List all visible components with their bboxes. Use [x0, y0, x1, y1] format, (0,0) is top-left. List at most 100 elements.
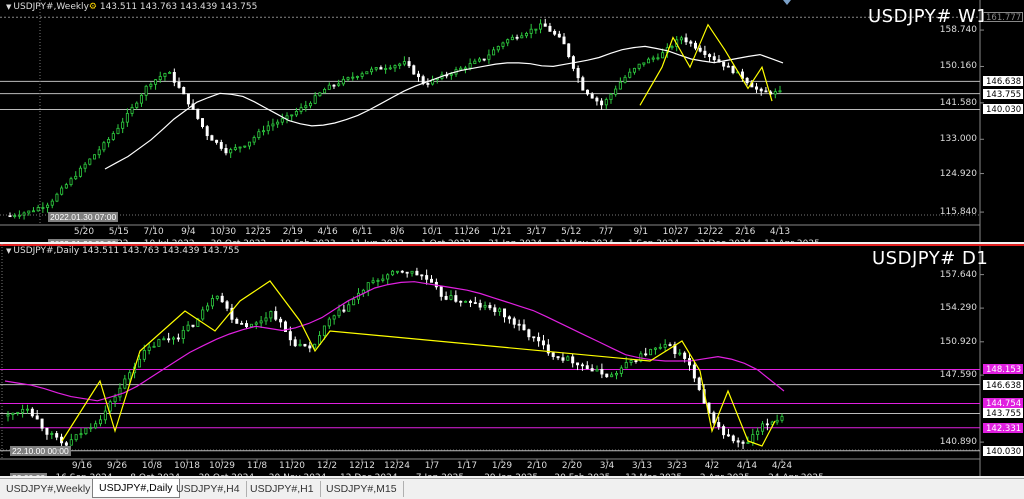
candle-body: [98, 419, 102, 425]
daily-chart-canvas[interactable]: [0, 244, 1024, 476]
candle-body: [102, 142, 106, 151]
chart-tab-bar: USDJPY#,Weekly USDJPY#,Daily USDJPY#,H4 USD…: [0, 478, 1024, 499]
candle-body: [731, 435, 735, 442]
candle-body: [157, 339, 161, 347]
candle-body: [507, 316, 511, 320]
candle-body: [293, 339, 297, 347]
chart-shift-marker[interactable]: [783, 0, 791, 5]
candle-body: [40, 418, 44, 429]
candle-body: [463, 67, 467, 70]
candle-body: [121, 121, 125, 129]
time-label: 12/2: [316, 461, 338, 471]
candle-body: [506, 39, 510, 44]
candle-body: [11, 412, 15, 416]
candle-body: [94, 423, 98, 429]
time-label: 1/29: [491, 461, 513, 471]
time-label: 9/26: [106, 461, 128, 471]
candle-body: [487, 54, 491, 60]
candle-body: [168, 72, 172, 74]
weekly-chart-panel[interactable]: ▼ USDJPY#,Weekly⚙ 143.511 143.763 143.439…: [0, 0, 1024, 242]
candle-body: [503, 308, 507, 318]
tab-usdjpyh4[interactable]: USDJPY#,H4: [170, 481, 247, 497]
candle-body: [703, 50, 707, 55]
weekly-chart-canvas[interactable]: [0, 0, 1024, 242]
candle-body: [658, 346, 662, 349]
candle-body: [693, 42, 697, 49]
candle-body: [464, 300, 468, 303]
tab-usdjpyh1[interactable]: USDJPY#,H1: [244, 481, 321, 497]
candle-body: [576, 362, 580, 366]
dropdown-arrow-icon[interactable]: ▼: [6, 247, 11, 255]
candle-body: [388, 67, 392, 70]
candle-body: [539, 23, 543, 30]
candle-body: [366, 282, 370, 291]
price-label: 154.290: [939, 303, 977, 314]
candle-body: [16, 411, 20, 414]
candle-body: [332, 84, 336, 87]
candle-body: [524, 33, 528, 37]
daily-chart-title: USDJPY# D1: [872, 248, 989, 269]
candle-body: [262, 130, 266, 133]
candle-body: [147, 346, 151, 351]
candle-body: [332, 315, 336, 320]
candle-body: [342, 309, 346, 312]
candle-body: [55, 193, 59, 202]
candle-body: [386, 274, 390, 280]
candle-body: [308, 345, 312, 349]
time-label: 24 Apr 2025: [768, 473, 824, 476]
tab-usdjpym15[interactable]: USDJPY#,M15: [320, 481, 404, 497]
candle-body: [600, 369, 604, 375]
price-label: 150.160: [939, 61, 977, 72]
dropdown-arrow-icon[interactable]: ▼: [6, 3, 11, 11]
price-label-box: 143.755: [983, 408, 1023, 419]
candle-body: [628, 71, 632, 78]
candle-body: [492, 49, 496, 56]
candle-body: [280, 118, 284, 123]
candle-body: [722, 426, 726, 436]
candle-body: [775, 419, 779, 423]
candle-body: [629, 360, 633, 363]
tab-usdjpyweekly[interactable]: USDJPY#,Weekly: [0, 481, 98, 497]
candle-body: [454, 295, 458, 302]
candle-body: [303, 343, 307, 347]
time-label: 2 Apr 2025: [700, 473, 750, 476]
candle-body: [561, 357, 565, 361]
price-label: 115.840: [939, 207, 977, 218]
daily-chart-panel[interactable]: ▼ USDJPY#,Daily 143.511 143.763 143.439 1…: [0, 244, 1024, 476]
tab-usdjpydaily[interactable]: USDJPY#,Daily: [92, 479, 180, 498]
candle-body: [698, 47, 702, 52]
candle-body: [365, 71, 369, 75]
candle-body: [407, 61, 411, 67]
candle-body: [780, 416, 784, 421]
candle-body: [259, 320, 263, 324]
daily-info-bar: ▼ USDJPY#,Daily 143.511 143.763 143.439 1…: [6, 246, 240, 256]
time-label: 9/1: [633, 227, 649, 237]
candle-body: [585, 365, 589, 369]
candle-body: [482, 58, 486, 61]
time-label: 13 Apr 2025: [764, 239, 820, 242]
time-label: 1/7: [424, 461, 440, 471]
candle-body: [684, 37, 688, 43]
candle-body: [541, 340, 545, 346]
candle-body: [510, 36, 514, 41]
weekly-chart-title: USDJPY# W1: [868, 6, 989, 27]
candle-body: [755, 86, 759, 90]
candle-body: [773, 91, 777, 95]
candle-body: [765, 423, 769, 426]
price-label-box: 140.030: [983, 445, 1023, 456]
candle-body: [619, 367, 623, 374]
candle-body: [97, 149, 101, 156]
candle-body: [31, 210, 35, 213]
candle-body: [468, 300, 472, 303]
price-label-box: 140.030: [983, 104, 1023, 115]
candle-body: [692, 364, 696, 379]
candle-body: [557, 33, 561, 38]
time-label: 2/10: [526, 461, 548, 471]
candle-body: [225, 301, 229, 309]
candle-body: [712, 56, 716, 61]
candle-body: [761, 423, 765, 432]
candle-body: [229, 149, 233, 154]
candle-body: [154, 79, 158, 85]
candle-body: [162, 338, 166, 341]
time-label: 7 Jan 2025: [416, 473, 464, 476]
